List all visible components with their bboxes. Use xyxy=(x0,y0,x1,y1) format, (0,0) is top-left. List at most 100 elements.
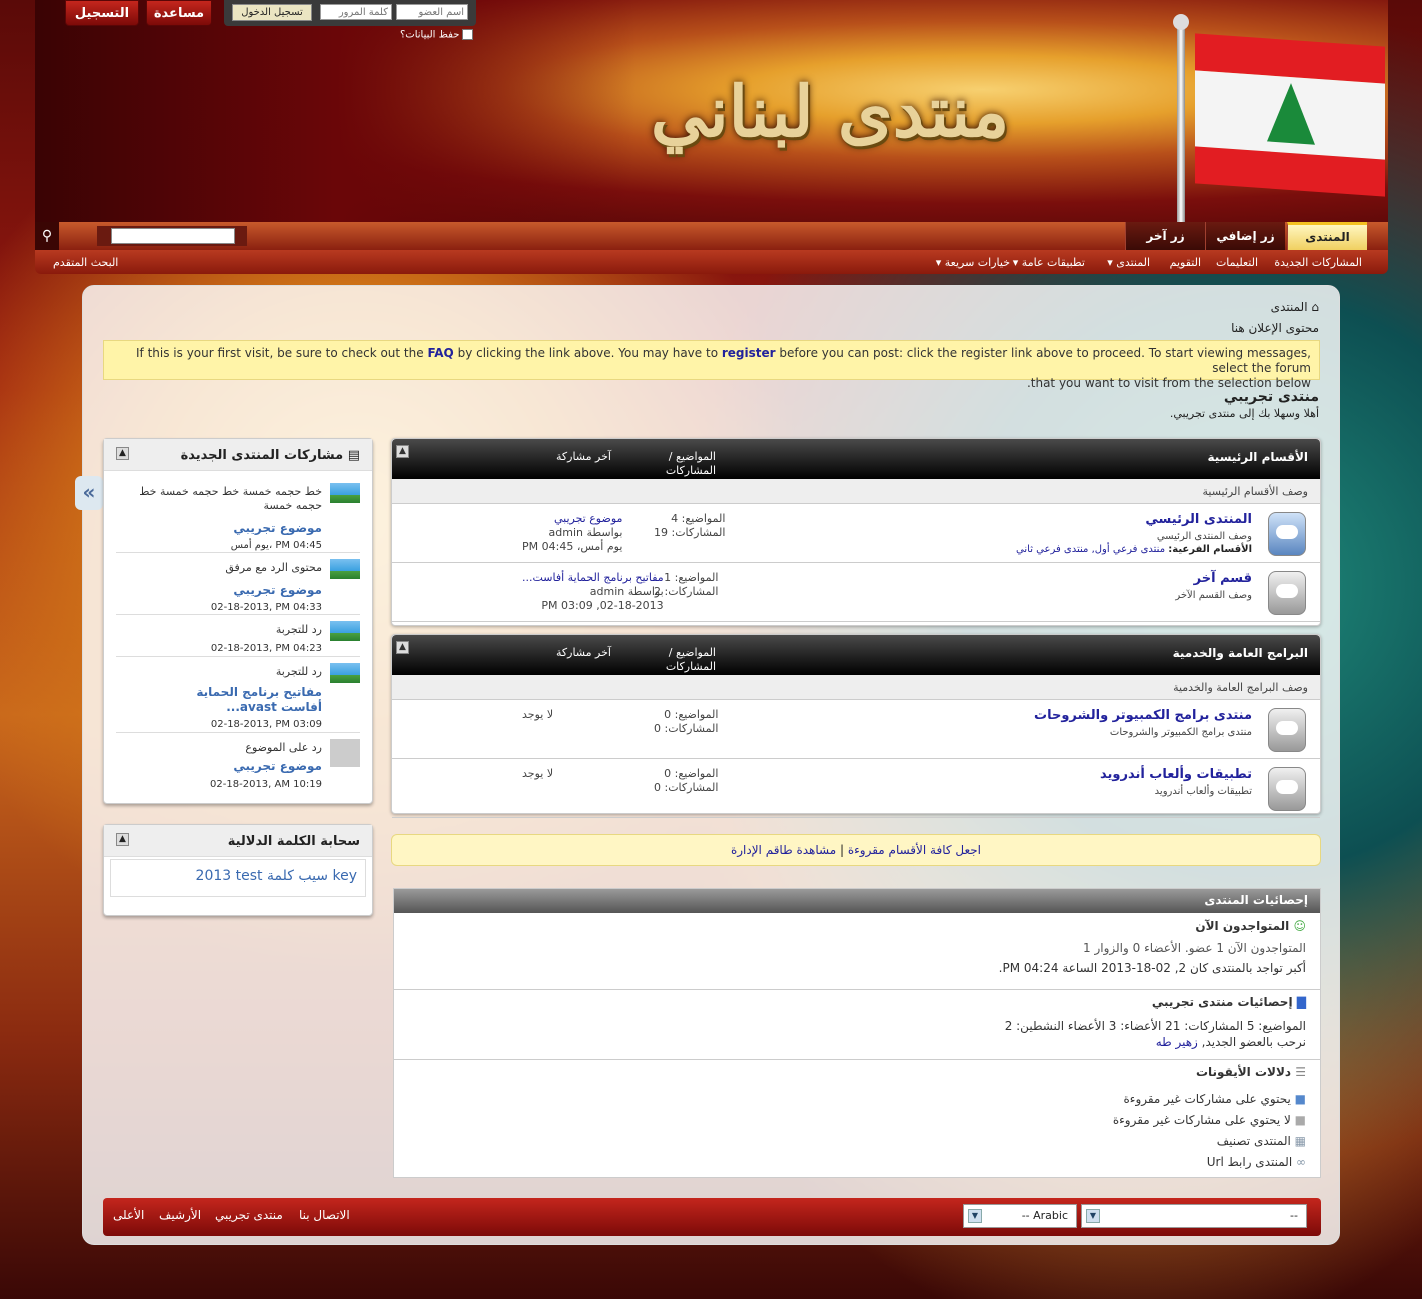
forum-stats: المواضيع: 4 المشاركات: 19 xyxy=(654,512,726,539)
forum-name[interactable]: تطبيقات وألعاب أندرويد xyxy=(1100,767,1252,782)
navbar: ⚲ المنتدى زر إضافي زر آخر xyxy=(35,222,1388,250)
home-icon[interactable]: ⌂ xyxy=(1311,300,1319,314)
post-title-link[interactable]: موضوع تجريبي xyxy=(233,759,322,773)
forum-row: تطبيقات وألعاب أندرويد تطبيقات وألعاب أن… xyxy=(392,759,1320,818)
tag-cloud[interactable]: 2013 test سيب كلمة key xyxy=(110,859,366,897)
forum-read-icon xyxy=(1268,571,1306,615)
tab-forum[interactable]: المنتدى xyxy=(1287,222,1367,250)
main-content: ⌂ المنتدى محتوى الإعلان هنا If this is y… xyxy=(75,285,1340,1245)
nav-quick-options[interactable]: خيارات سريعة ▾ xyxy=(936,256,1010,269)
nav-faq[interactable]: التعليمات xyxy=(1216,256,1258,269)
mark-all-read-link[interactable]: اجعل كافة الأقسام مقروءة xyxy=(848,843,981,857)
remember-me[interactable]: حفظ البيانات؟ xyxy=(400,29,474,41)
sidebar-new-posts: ▤ مشاركات المنتدى الجديدة ▲ خط حجمه خمسة… xyxy=(103,438,373,804)
tab-extra-button[interactable]: زر إضافي xyxy=(1205,222,1285,250)
remember-checkbox[interactable] xyxy=(462,29,474,40)
forum-actions-bar: اجعل كافة الأقسام مقروءة | مشاهدة طاقم ا… xyxy=(391,834,1321,866)
user-avatar[interactable] xyxy=(330,483,360,503)
user-avatar[interactable] xyxy=(330,621,360,641)
nav-apps-menu[interactable]: تطبيقات عامة ▾ xyxy=(1013,256,1085,269)
list-item: خط حجمه خمسة خط حجمه خمسة خط حجمه خمسة م… xyxy=(116,479,360,553)
last-post-link[interactable]: مفاتيح برنامج الحماية أفاست... xyxy=(522,571,664,585)
password-field[interactable] xyxy=(320,4,392,20)
post-title-link[interactable]: موضوع تجريبي xyxy=(233,583,322,597)
forum-name[interactable]: المنتدى الرئيسي xyxy=(1145,512,1252,527)
forum-home-link[interactable]: منتدى تجريبي xyxy=(215,1208,283,1222)
tab-other-button[interactable]: زر آخر xyxy=(1125,222,1205,250)
category-title[interactable]: البرامج العامة والخدمية xyxy=(1173,646,1308,660)
register-button[interactable]: التسجيل xyxy=(65,0,139,26)
style-select[interactable]: -- ▼ xyxy=(1081,1204,1307,1228)
sidebar-toggle-icon[interactable]: « xyxy=(75,476,103,510)
online-users-icon: ☺ xyxy=(1293,919,1306,933)
list-item: محتوى الرد مع مرفق موضوع تجريبي 02-18-20… xyxy=(116,555,360,615)
stats-chart-icon: ▇ xyxy=(1296,995,1306,1009)
legend-read: ■ لا يحتوي على مشاركات غير مقروءة xyxy=(1112,1113,1306,1127)
register-link[interactable]: register xyxy=(722,346,776,360)
username-field[interactable] xyxy=(396,4,468,20)
icon-legend-section: ☰ دلالات الأيقونات ■ يحتوي على مشاركات غ… xyxy=(1113,1065,1306,1173)
lebanon-flag xyxy=(1195,33,1385,197)
last-post-link[interactable]: موضوع تجريبي xyxy=(522,512,622,526)
top-link[interactable]: الأعلى xyxy=(113,1208,144,1222)
forum-stats-section: ▇ إحصائيات منتدى تجريبي المواضيع: 5 المش… xyxy=(1004,995,1306,1049)
breadcrumb[interactable]: ⌂ المنتدى xyxy=(1271,300,1319,314)
category-icon: ▦ xyxy=(1294,1134,1306,1148)
col-last-post: آخر مشاركة xyxy=(556,646,611,659)
collapse-icon[interactable]: ▲ xyxy=(116,833,129,846)
subforum-links[interactable]: منتدى فرعي أول, منتدى فرعي ثاني xyxy=(1016,544,1165,555)
new-member-link[interactable]: زهير طه xyxy=(1156,1035,1198,1049)
category-header: البرامج العامة والخدمية المواضيع / المشا… xyxy=(392,635,1320,675)
archive-link[interactable]: الأرشيف xyxy=(159,1208,201,1222)
legend-link: ∞ المنتدى رابط Url xyxy=(1206,1155,1306,1169)
search-input[interactable] xyxy=(111,228,235,244)
nav-new-posts[interactable]: المشاركات الجديدة xyxy=(1274,256,1362,269)
online-section: ☺ المتواجدون الآن المتواجدون الآن 1 عضو.… xyxy=(998,919,1306,975)
flag-pole xyxy=(1177,18,1185,224)
last-post: موضوع تجريبي بواسطة admin يوم أمس، PM 04:4… xyxy=(522,512,623,553)
post-title-link[interactable]: مفاتيح برنامج الحماية أفاست avast... xyxy=(152,685,322,715)
last-post: مفاتيح برنامج الحماية أفاست... بواسطة adm… xyxy=(522,571,664,612)
forum-name[interactable]: قسم آخر xyxy=(1194,571,1252,586)
contact-link[interactable]: الاتصال بنا xyxy=(299,1208,350,1222)
search-box xyxy=(97,226,247,246)
comment-icon: ▤ xyxy=(347,448,360,463)
login-button[interactable]: تسجيل الدخول xyxy=(232,4,312,21)
category-title[interactable]: الأقسام الرئيسية xyxy=(1208,450,1308,464)
post-title-link[interactable]: موضوع تجريبي xyxy=(233,521,322,535)
cedar-icon xyxy=(1267,81,1315,145)
collapse-icon[interactable]: ▲ xyxy=(116,447,129,460)
forum-row: قسم آخر وصف القسم الآخر المواضيع: 1 المشا… xyxy=(392,563,1320,622)
forum-desc: منتدى برامج الكمبيوتر والشروحات xyxy=(1109,727,1252,738)
faq-link[interactable]: FAQ xyxy=(427,346,453,360)
login-box: تسجيل الدخول xyxy=(224,0,476,26)
forum-row: المنتدى الرئيسي وصف المنتدى الرئيسي الأق… xyxy=(392,504,1320,563)
last-post: لا يوجد xyxy=(522,767,554,780)
forum-category-programs: البرامج العامة والخدمية المواضيع / المشا… xyxy=(391,634,1321,818)
language-select[interactable]: Arabic -- ▼ xyxy=(963,1204,1077,1228)
forum-desc: وصف المنتدى الرئيسي xyxy=(1156,531,1252,542)
col-threads-posts: المواضيع / المشاركات xyxy=(665,450,716,477)
chevron-down-icon: ▼ xyxy=(968,1209,982,1223)
collapse-icon[interactable]: ▲ xyxy=(396,445,409,458)
read-forum-icon: ■ xyxy=(1294,1113,1306,1127)
legend-unread: ■ يحتوي على مشاركات غير مقروءة xyxy=(1123,1092,1306,1106)
search-icon[interactable]: ⚲ xyxy=(35,222,59,250)
forum-read-icon xyxy=(1268,708,1306,752)
default-avatar-icon[interactable] xyxy=(330,739,360,767)
nav-forum-menu[interactable]: المنتدى ▾ xyxy=(1107,256,1150,269)
nav-calendar[interactable]: التقويم xyxy=(1170,256,1201,269)
user-avatar[interactable] xyxy=(330,559,360,579)
view-staff-link[interactable]: مشاهدة طاقم الإدارة xyxy=(731,843,836,857)
collapse-icon[interactable]: ▲ xyxy=(396,641,409,654)
user-avatar[interactable] xyxy=(330,663,360,683)
forum-category-main: الأقسام الرئيسية المواضيع / المشاركات آخ… xyxy=(391,438,1321,626)
advanced-search-link[interactable]: البحث المتقدم xyxy=(53,256,118,269)
help-button[interactable]: مساعدة xyxy=(146,0,212,26)
category-header: الأقسام الرئيسية المواضيع / المشاركات آخ… xyxy=(392,439,1320,479)
forum-stats: المواضيع: 0 المشاركات: 0 xyxy=(654,767,719,794)
subforums: الأقسام الفرعية: منتدى فرعي أول, منتدى ف… xyxy=(1016,544,1252,555)
header-dark-area xyxy=(35,0,635,224)
forum-name[interactable]: منتدى برامج الكمبيوتر والشروحات xyxy=(1034,708,1252,723)
site-logo[interactable]: منتدى لبناني xyxy=(630,70,1030,153)
